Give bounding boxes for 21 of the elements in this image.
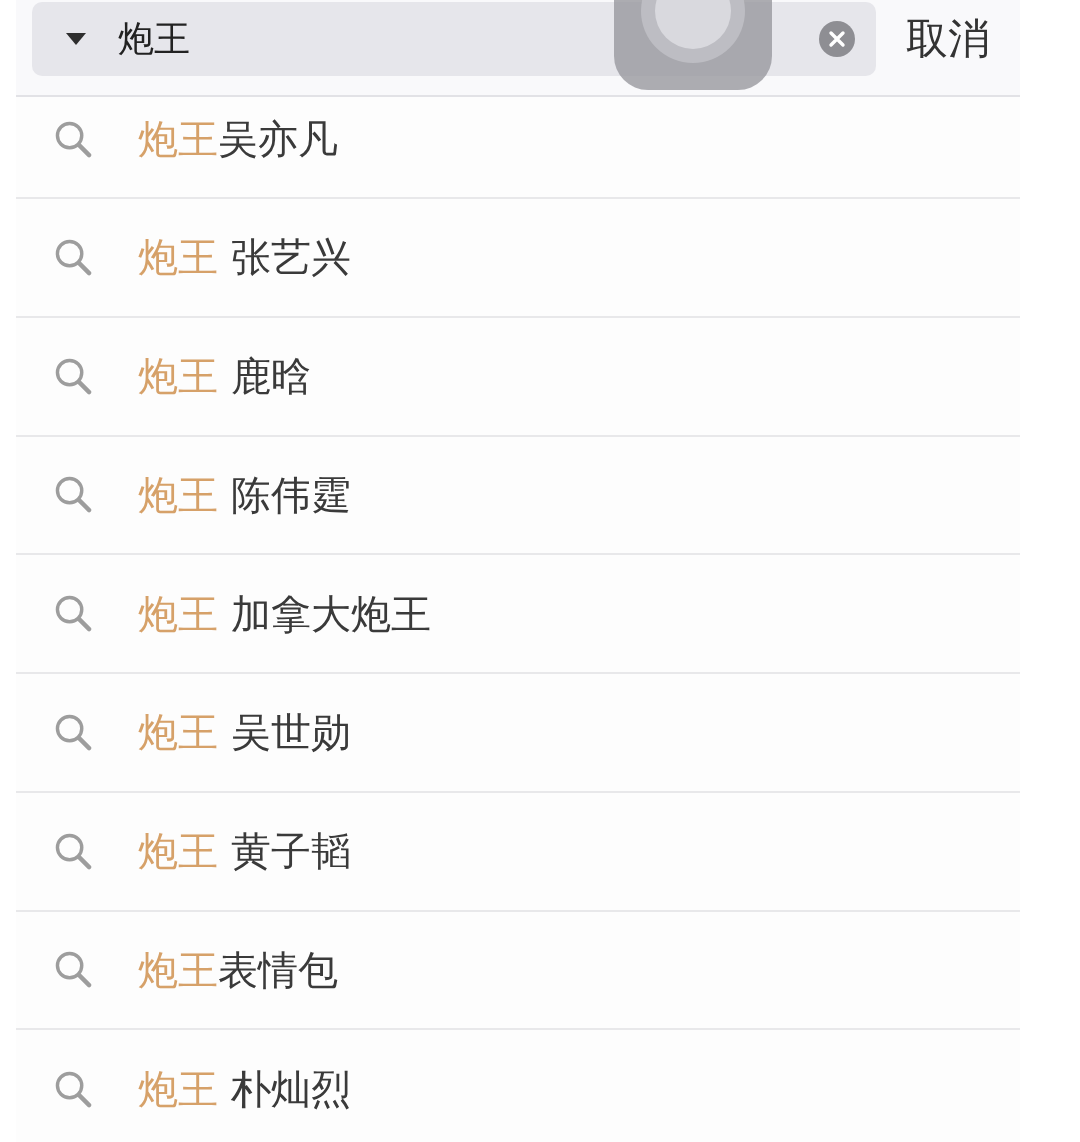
search-icon	[55, 595, 92, 633]
search-icon	[55, 832, 92, 870]
clear-icon[interactable]	[819, 21, 855, 57]
suggestion-item[interactable]: 炮王 鹿晗	[16, 317, 1020, 437]
cancel-button[interactable]: 取消	[906, 12, 990, 66]
search-icon	[55, 1070, 92, 1108]
suggestion-item[interactable]: 炮王 张艺兴	[16, 199, 1020, 318]
search-icon	[55, 951, 92, 989]
search-icon	[55, 238, 92, 276]
suggestion-item[interactable]: 炮王 朴灿烈	[16, 1030, 1020, 1141]
suggestion-item[interactable]: 炮王表情包	[16, 911, 1020, 1031]
search-icon	[55, 476, 92, 514]
suggestion-item[interactable]: 炮王 陈伟霆	[16, 436, 1020, 556]
suggestion-item[interactable]: 炮王 黄子韬	[16, 792, 1020, 912]
caret-icon[interactable]	[66, 33, 86, 45]
search-icon	[55, 357, 92, 395]
search-icon	[55, 713, 92, 751]
suggestion-item[interactable]: 炮王 加拿大炮王	[16, 555, 1020, 674]
search-icon	[55, 120, 92, 158]
suggestion-item[interactable]: 炮王吴亦凡	[16, 97, 1020, 199]
suggestion-item[interactable]: 炮王 吴世勋	[16, 674, 1020, 793]
